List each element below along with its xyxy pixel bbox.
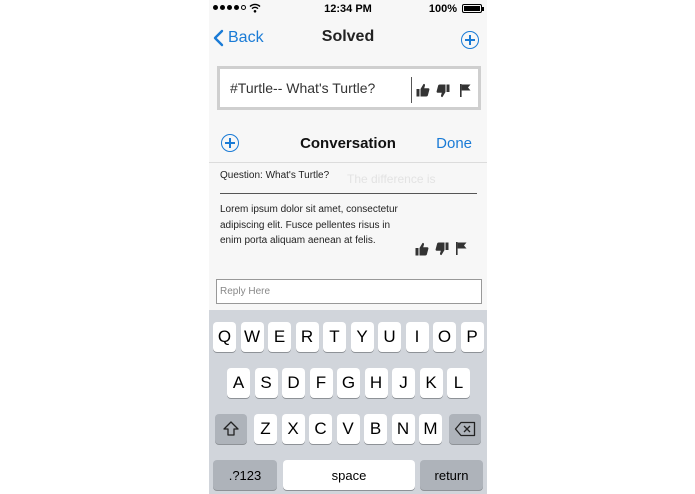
keyboard: .?123 space return QWERTYUIOP ASDFGHJKL ZX… [209,310,487,494]
thumbs-up-icon[interactable] [415,242,429,256]
key-j[interactable]: J [392,368,415,398]
status-bar: 12:34 PM 100% [209,0,487,18]
key-v[interactable]: V [336,414,360,444]
shift-key[interactable] [215,414,247,444]
thumbs-down-icon[interactable] [436,84,450,98]
key-a[interactable]: A [227,368,250,398]
flag-icon[interactable] [458,83,472,97]
space-key[interactable]: space [283,460,415,490]
key-l[interactable]: L [447,368,470,398]
conversation-question: Question: What's Turtle? [220,170,330,181]
key-e[interactable]: E [268,322,291,352]
flag-icon[interactable] [454,241,468,255]
key-r[interactable]: R [295,322,319,352]
return-key[interactable]: return [420,460,483,490]
key-b[interactable]: B [364,414,387,444]
key-q[interactable]: Q [213,322,236,352]
done-button[interactable]: Done [436,135,472,152]
delete-icon [454,421,476,437]
key-f[interactable]: F [309,368,333,398]
divider [209,162,487,163]
question-title: #Turtle-- What's Turtle? [230,80,376,96]
key-k[interactable]: K [419,368,443,398]
navigation-bar: Back Solved [209,18,487,58]
key-i[interactable]: I [405,322,429,352]
battery-percent: 100% [428,3,457,15]
answer-text: Lorem ipsum dolor sit amet, consectetur … [220,204,398,246]
battery-icon [462,4,484,13]
key-g[interactable]: G [337,368,360,398]
shift-icon [223,421,239,436]
question-card[interactable]: #Turtle-- What's Turtle? [217,66,481,110]
key-w[interactable]: W [240,322,264,352]
add-button[interactable] [461,31,479,49]
reply-input[interactable] [216,279,482,304]
key-c[interactable]: C [309,414,332,444]
key-x[interactable]: X [281,414,305,444]
key-n[interactable]: N [391,414,415,444]
key-m[interactable]: M [419,414,442,444]
key-s[interactable]: S [254,368,278,398]
key-t[interactable]: T [323,322,346,352]
key-p[interactable]: P [460,322,484,352]
key-y[interactable]: Y [350,322,374,352]
key-o[interactable]: O [433,322,456,352]
vote-divider [411,77,412,103]
thumbs-down-icon[interactable] [435,242,449,256]
conversation-panel: Conversation Done The difference is Ques… [209,124,487,304]
key-d[interactable]: D [282,368,305,398]
numbers-key[interactable]: .?123 [213,460,277,490]
key-z[interactable]: Z [254,414,277,444]
faded-background-text: The difference is [347,172,436,186]
thumbs-up-icon[interactable] [416,83,430,97]
key-u[interactable]: U [378,322,401,352]
delete-key[interactable] [449,414,481,444]
divider [220,193,477,194]
page-title: Solved [321,28,375,45]
phone-screen: 12:34 PM 100% Back Solved #Turtle-- What… [209,0,487,494]
key-h[interactable]: H [364,368,388,398]
